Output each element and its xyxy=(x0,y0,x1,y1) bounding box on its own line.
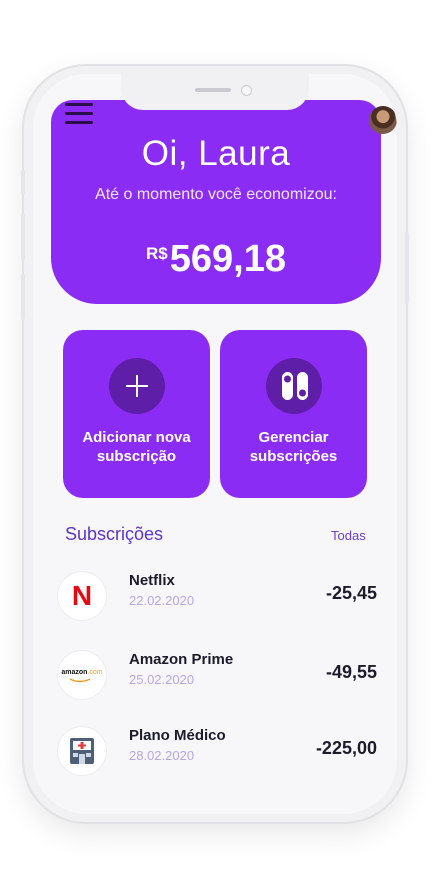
plus-icon xyxy=(126,375,148,397)
manage-subscriptions-button[interactable]: Gerenciar subscrições xyxy=(220,330,367,498)
currency-symbol: R$ xyxy=(146,244,168,263)
amazon-logo-text: amazon xyxy=(61,669,88,676)
greeting-title: Oi, Laura xyxy=(141,134,291,173)
add-subscription-label: Adicionar nova subscrição xyxy=(63,428,210,466)
amazon-smile-icon xyxy=(69,678,91,683)
add-icon-circle xyxy=(109,358,165,414)
subscription-price: -225,00 xyxy=(315,738,377,758)
netflix-logo-icon: N xyxy=(57,571,107,621)
manage-subscriptions-label: Gerenciar subscrições xyxy=(220,428,367,466)
hospital-icon xyxy=(57,726,107,776)
front-camera xyxy=(241,85,252,96)
subscription-name: Plano Médico xyxy=(129,727,226,744)
amazon-logo-wordmark: amazon.com xyxy=(58,669,106,676)
add-subscription-button[interactable]: Adicionar nova subscrição xyxy=(63,330,210,498)
phone-power-button xyxy=(405,232,409,304)
hamburger-menu-icon[interactable] xyxy=(65,103,93,125)
manage-icon-circle xyxy=(266,358,322,414)
phone-volume-down-button xyxy=(21,274,25,320)
manage-subscriptions-label-line1: Gerenciar xyxy=(258,429,329,446)
subscription-price: -25,45 xyxy=(325,583,377,603)
hospital-building-icon xyxy=(70,738,94,764)
manage-subscriptions-label-line2: subscrições xyxy=(249,448,338,465)
phone-side-button xyxy=(21,170,25,194)
amazon-logo-icon: amazon.com xyxy=(57,650,107,700)
netflix-logo-letter: N xyxy=(71,580,93,611)
subscription-name: Amazon Prime xyxy=(129,651,234,668)
subscription-date: 28.02.2020 xyxy=(129,748,195,763)
subscriptions-section-title: Subscrições xyxy=(65,524,164,544)
add-subscription-label-line2: subscrição xyxy=(96,448,177,465)
savings-value: 569,18 xyxy=(169,238,286,280)
subscription-date: 22.02.2020 xyxy=(129,593,195,608)
add-subscription-label-line1: Adicionar nova xyxy=(82,429,191,446)
see-all-link[interactable]: Todas xyxy=(331,528,366,543)
avatar[interactable] xyxy=(369,106,397,134)
amazon-logo-suffix: .com xyxy=(87,669,103,676)
subscription-row-amazon-prime[interactable]: amazon.com Amazon Prime 25.02.2020 -49,5… xyxy=(57,650,377,706)
subscription-row-netflix[interactable]: N Netflix 22.02.2020 -25,45 xyxy=(57,571,377,627)
subscription-name: Netflix xyxy=(129,572,175,589)
phone-notch xyxy=(121,74,309,110)
savings-amount: R$569,18 xyxy=(51,238,381,281)
app-screen: Oi, Laura Até o momento você economizou:… xyxy=(33,74,397,814)
manage-icon xyxy=(282,372,308,400)
subscription-price: -49,55 xyxy=(325,662,377,682)
speaker-grille xyxy=(195,88,231,92)
phone-volume-up-button xyxy=(21,214,25,260)
subscription-date: 25.02.2020 xyxy=(129,672,195,687)
savings-subtitle: Até o momento você economizou: xyxy=(95,186,337,203)
subscription-row-plano-medico[interactable]: Plano Médico 28.02.2020 -225,00 xyxy=(57,726,377,782)
